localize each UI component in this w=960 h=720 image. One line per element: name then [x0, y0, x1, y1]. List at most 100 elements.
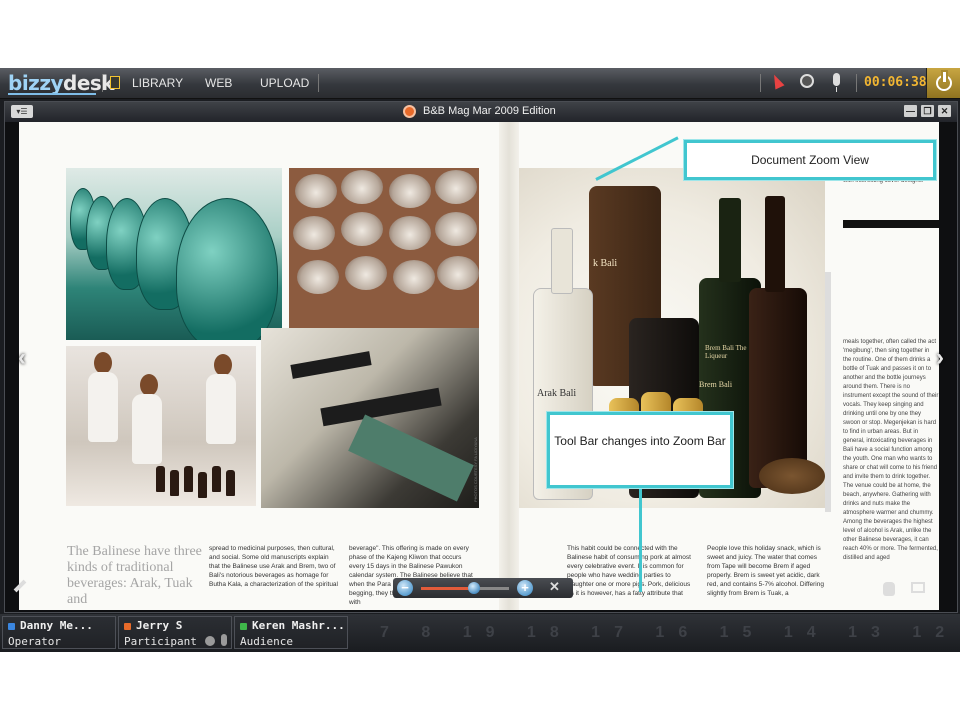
participant-color-dot — [240, 623, 247, 630]
separator — [102, 74, 103, 92]
session-timer: 00:06:38 — [864, 75, 927, 90]
zoom-bar: − + ✕ — [393, 578, 573, 598]
bowl — [389, 216, 431, 250]
participant-name: Danny Me... — [20, 619, 93, 632]
maximize-button[interactable]: ❐ — [921, 105, 934, 117]
participant-card[interactable]: Keren Mashr... Audience — [234, 616, 348, 649]
participant-role: Participant — [124, 635, 197, 648]
logo-underline — [8, 93, 96, 95]
document-icon[interactable] — [110, 76, 120, 89]
photo-rice-bowls — [289, 168, 479, 328]
zoom-in-button[interactable]: + — [517, 580, 533, 596]
participant-card[interactable]: Danny Me... Operator — [2, 616, 116, 649]
separator — [760, 74, 761, 92]
zoom-slider-track[interactable] — [421, 587, 509, 590]
photo-credit-left: PHOTOS COURTESY FA LIDIYANA — [473, 437, 478, 502]
worker — [206, 374, 236, 444]
minimize-button[interactable]: — — [904, 105, 917, 117]
label-strip — [290, 351, 372, 379]
photo-glass-jars — [66, 168, 282, 340]
right-column-body: meals together, often called the act 'me… — [843, 339, 939, 561]
pan-hand-icon[interactable] — [883, 582, 895, 596]
participant-card[interactable]: Jerry S Participant — [118, 616, 232, 649]
article-column-3: This habit could be connected with the B… — [567, 545, 691, 597]
article-column-4: People love this holiday snack, which is… — [707, 545, 824, 597]
participants-bar: 7 8 19 18 17 16 15 14 13 12 Danny Me... … — [0, 614, 960, 652]
nav-web[interactable]: WEB — [205, 76, 232, 90]
webcam-icon[interactable] — [800, 74, 814, 88]
page-gutter — [499, 122, 519, 610]
worker-head — [214, 354, 232, 376]
label-arak: Arak Bali — [537, 388, 577, 399]
microphone-icon[interactable] — [833, 73, 840, 92]
power-button[interactable] — [926, 68, 960, 98]
bottle-neck — [551, 228, 573, 294]
article-heading: The Balinese have three kinds of traditi… — [67, 544, 202, 607]
callout-toolbar-zoom-bar: Tool Bar changes into Zoom Bar — [547, 412, 733, 488]
document-titlebar: ▾☰ B&B Mag Mar 2009 Edition — ❐ ✕ — [5, 102, 957, 122]
label-box: k Bali — [593, 258, 618, 269]
app-logo: bizzydesk — [8, 71, 115, 95]
bowl — [435, 212, 477, 246]
zoom-out-button[interactable]: − — [397, 580, 413, 596]
right-column: the beverages and package them with inte… — [833, 168, 939, 608]
bowl — [437, 256, 479, 290]
zoom-slider-thumb[interactable] — [467, 582, 480, 594]
caption-strip — [825, 272, 831, 512]
bottle — [184, 466, 193, 492]
participant-microphone-icon[interactable] — [221, 634, 227, 646]
jar — [176, 198, 278, 340]
bowl — [295, 174, 337, 208]
separator — [856, 74, 857, 92]
bowl — [293, 216, 335, 250]
zoom-slider-fill — [421, 587, 474, 590]
fit-to-window-icon[interactable] — [911, 582, 925, 593]
participant-role: Audience — [240, 635, 293, 648]
label-liqueur: Brem Bali The Liqueur — [705, 344, 747, 360]
bowl — [341, 212, 383, 246]
participant-webcam-icon[interactable] — [205, 636, 215, 646]
photo-workers-bottling — [66, 346, 256, 506]
top-toolbar: bizzydesk LIBRARY WEB UPLOAD 00:06:38 — [0, 68, 960, 99]
magazine-spread[interactable]: The Balinese have three kinds of traditi… — [19, 122, 939, 610]
nav-upload[interactable]: UPLOAD — [260, 76, 309, 90]
separator — [318, 74, 319, 92]
worker — [88, 372, 118, 442]
bowl — [341, 170, 383, 204]
bottle-neck — [765, 196, 785, 292]
bottle-neck — [719, 198, 741, 282]
photo-bottle-labels — [261, 328, 479, 508]
bottle — [170, 470, 179, 496]
bottle-glass — [348, 414, 474, 502]
participant-name: Jerry S — [136, 619, 183, 632]
previous-page-arrow-icon[interactable]: ‹ — [13, 346, 31, 370]
next-page-arrow-icon[interactable]: › — [931, 346, 949, 370]
nut-bowl — [759, 458, 825, 494]
power-icon-bar — [942, 72, 946, 82]
bowl — [435, 170, 477, 204]
pointer-icon[interactable] — [769, 72, 785, 90]
bottle — [156, 466, 165, 492]
participant-color-dot — [124, 623, 131, 630]
document-title: B&B Mag Mar 2009 Edition — [423, 105, 556, 117]
close-window-button[interactable]: ✕ — [938, 105, 951, 117]
nav-library[interactable]: LIBRARY — [132, 76, 183, 90]
bottle — [226, 470, 235, 496]
label-strip — [320, 387, 442, 427]
document-menu-button[interactable]: ▾☰ — [11, 105, 33, 118]
participant-name: Keren Mashr... — [252, 619, 345, 632]
black-rule — [843, 220, 939, 228]
callout-toolbar-pointer — [639, 486, 642, 592]
background-clock-digits: 7 8 19 18 17 16 15 14 13 12 — [380, 624, 959, 641]
participant-color-dot — [8, 623, 15, 630]
bottle — [212, 466, 221, 492]
bowl — [389, 174, 431, 208]
worker — [132, 394, 162, 464]
worker-head — [94, 352, 112, 374]
participant-role: Operator — [8, 635, 61, 648]
bottle — [198, 472, 207, 498]
bowl — [345, 256, 387, 290]
document-title-icon — [403, 105, 416, 118]
bowl — [297, 260, 339, 294]
zoom-close-button[interactable]: ✕ — [549, 579, 560, 595]
